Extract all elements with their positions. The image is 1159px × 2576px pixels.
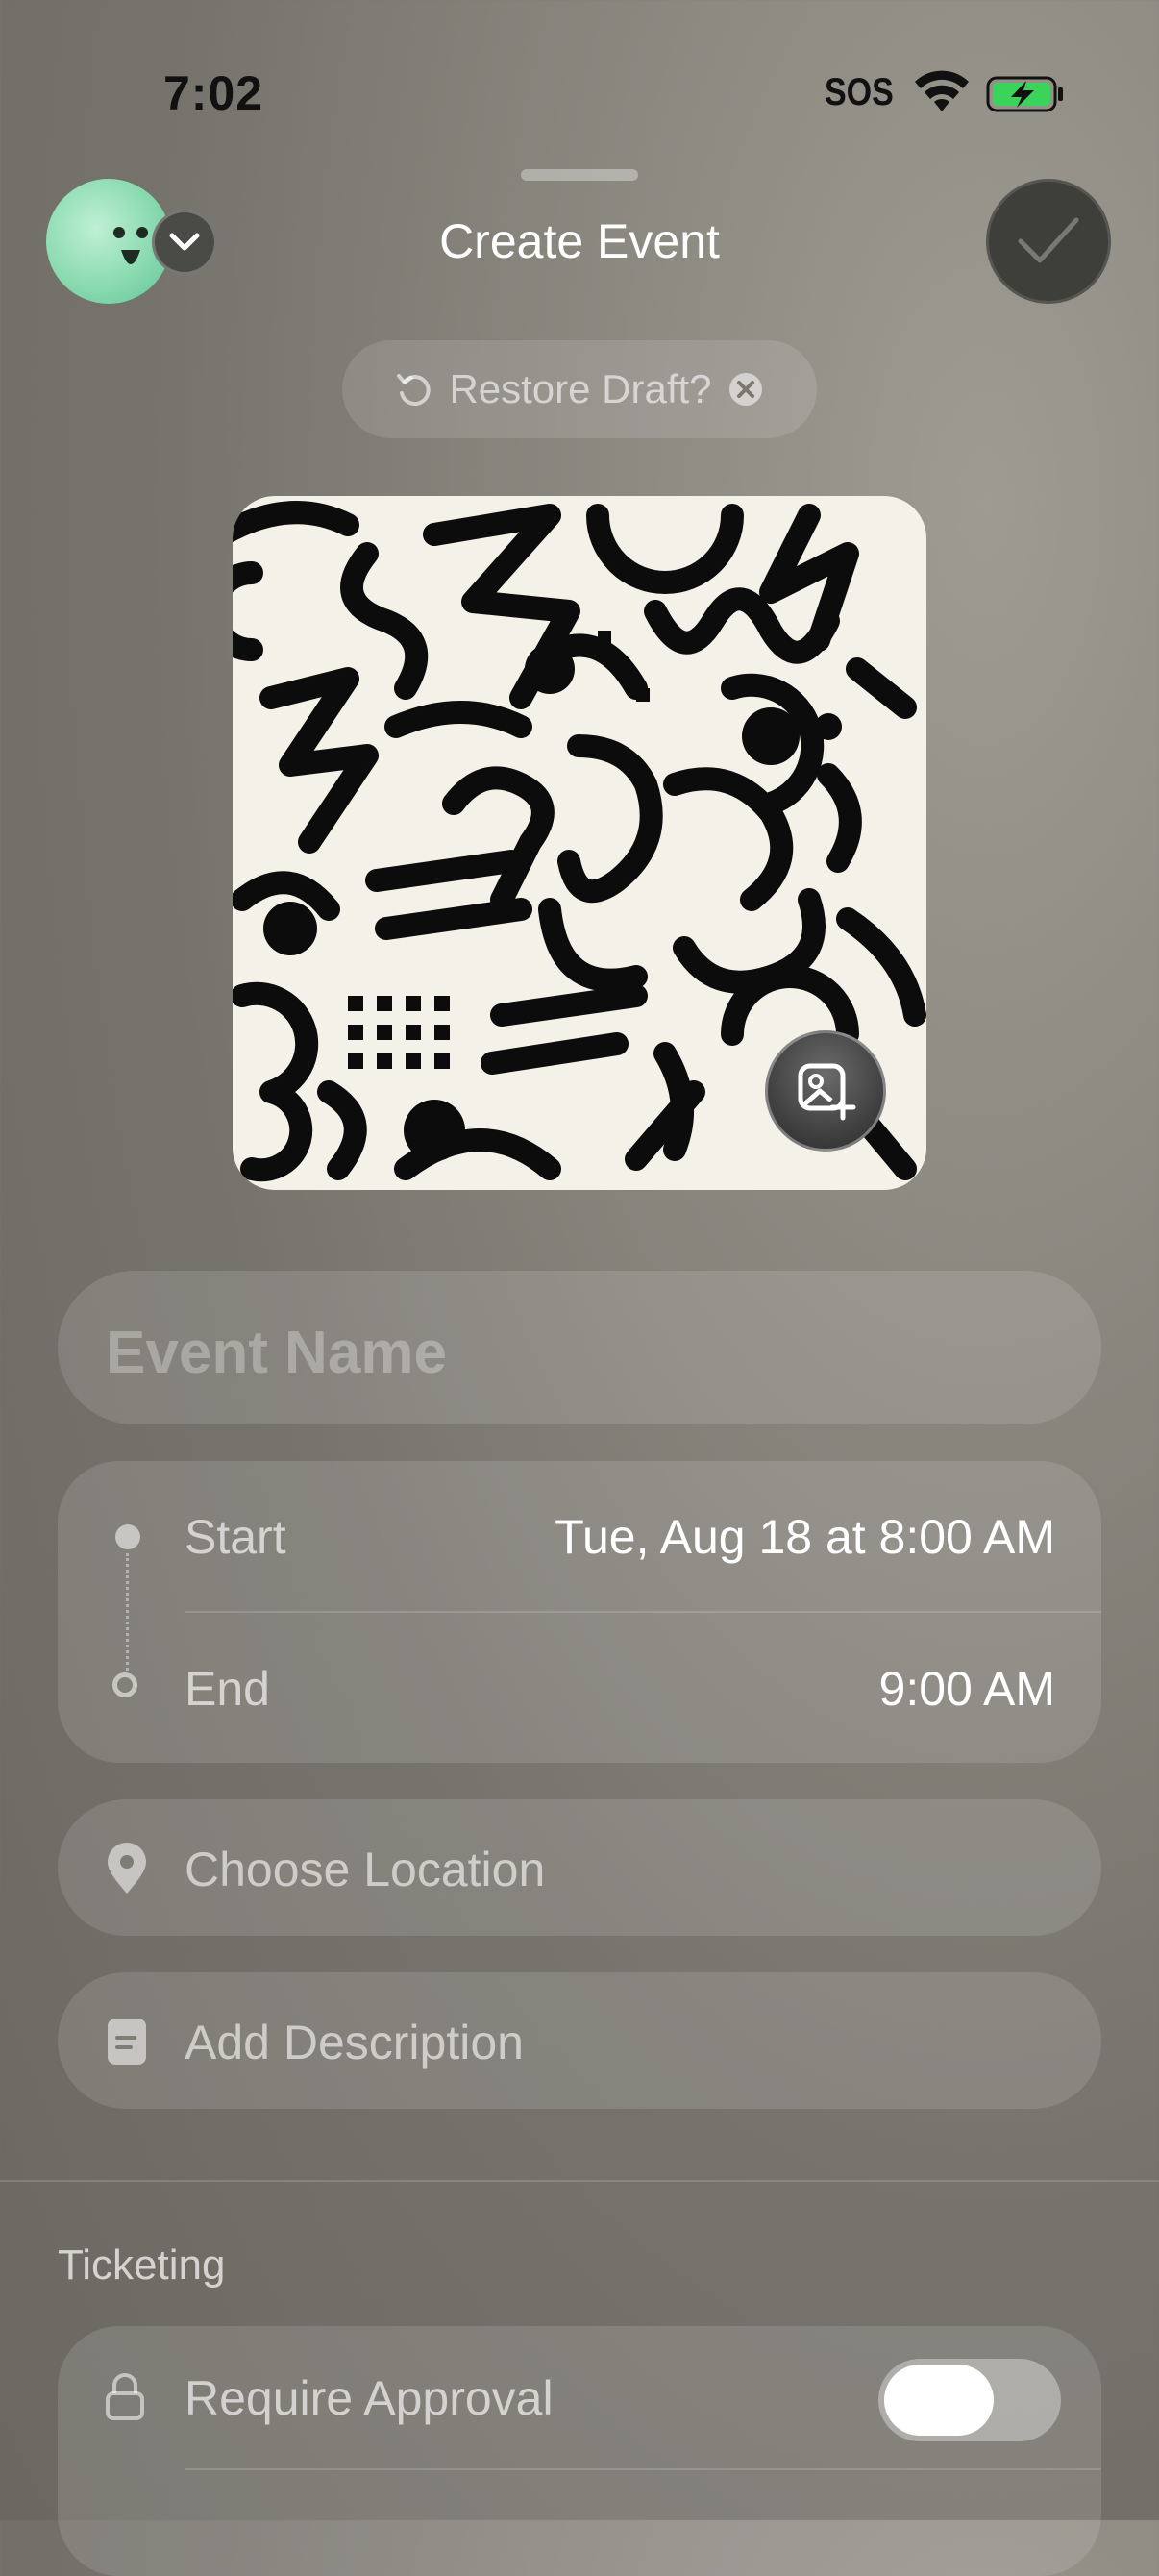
event-name-field[interactable]: Event Name <box>58 1271 1101 1424</box>
end-time-value[interactable]: 9:00 AM <box>879 1661 1055 1717</box>
map-pin-icon <box>108 1843 146 1894</box>
battery-charging-icon <box>986 76 1063 112</box>
timeline-connector <box>126 1553 129 1671</box>
status-carrier: SOS <box>825 71 894 113</box>
wifi-icon <box>915 70 969 111</box>
choose-location-row[interactable]: Choose Location <box>58 1799 1101 1936</box>
require-approval-toggle[interactable] <box>878 2359 1061 2441</box>
start-datetime-value[interactable]: Tue, Aug 18 at 8:00 AM <box>555 1509 1055 1565</box>
confirm-button[interactable] <box>986 179 1111 304</box>
restore-draft-button[interactable]: Restore Draft? <box>342 340 817 438</box>
section-divider <box>0 2180 1159 2182</box>
toggle-knob <box>884 2365 994 2436</box>
event-name-placeholder: Event Name <box>106 1320 447 1386</box>
undo-icon <box>397 374 432 407</box>
add-photo-icon <box>798 1063 856 1121</box>
ticketing-card: Require Approval <box>58 2326 1101 2576</box>
lock-icon <box>106 2373 144 2420</box>
add-description-row[interactable]: Add Description <box>58 1972 1101 2109</box>
ticketing-divider <box>185 2468 1101 2470</box>
start-label: Start <box>185 1510 286 1564</box>
document-icon <box>108 2019 146 2065</box>
restore-draft-label: Restore Draft? <box>449 366 712 411</box>
start-dot-icon <box>115 1524 140 1549</box>
add-description-label: Add Description <box>185 2016 524 2069</box>
date-time-card: Start Tue, Aug 18 at 8:00 AM End 9:00 AM <box>58 1461 1101 1763</box>
choose-location-label: Choose Location <box>185 1843 546 1896</box>
close-circle-icon[interactable] <box>727 371 764 408</box>
end-label: End <box>185 1662 270 1716</box>
status-time: 7:02 <box>163 66 264 120</box>
date-divider <box>185 1611 1101 1613</box>
end-dot-icon <box>112 1672 137 1697</box>
sheet-grabber[interactable] <box>521 169 638 181</box>
checkmark-icon <box>1018 217 1079 263</box>
require-approval-label: Require Approval <box>185 2371 554 2425</box>
ticketing-section-title: Ticketing <box>58 2242 226 2289</box>
change-cover-button[interactable] <box>765 1030 886 1152</box>
